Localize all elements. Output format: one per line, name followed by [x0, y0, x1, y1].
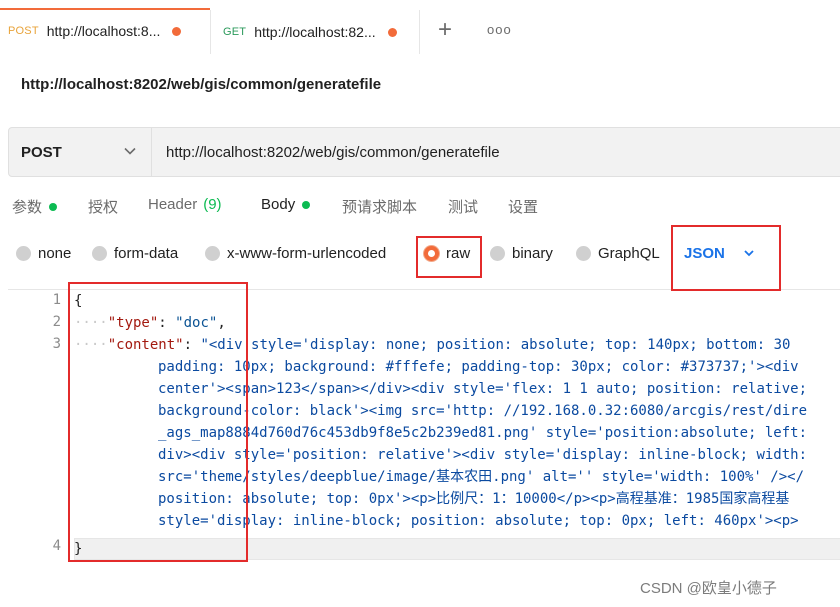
tab-method-label: POST	[8, 25, 39, 37]
tab-label: 测试	[448, 199, 479, 216]
line-number: 3	[52, 336, 61, 352]
more-tabs-icon[interactable]: ooo	[487, 22, 512, 37]
tab-label: 设置	[508, 199, 539, 216]
line-number: 4	[52, 538, 61, 554]
tab-title: http://localhost:8...	[46, 23, 161, 39]
status-dot-icon	[302, 200, 311, 209]
tab-settings[interactable]: 设置	[508, 196, 538, 217]
url-bar: POST http://localhost:8202/web/gis/commo…	[8, 127, 840, 177]
tab-auth[interactable]: 授权	[88, 196, 118, 217]
radio-label: binary	[512, 244, 553, 262]
tab-pre-request-script[interactable]: 预请求脚本	[342, 196, 417, 217]
tab-title: http://localhost:82...	[254, 24, 376, 40]
method-label: POST	[21, 143, 62, 161]
tab-label: Body	[261, 196, 296, 213]
radio-circle-icon	[205, 245, 220, 261]
tab-label: 参数	[12, 199, 43, 216]
wrapped-line: src='theme/styles/deepblue/image/基本农田.pn…	[158, 469, 805, 485]
header-count-badge: (9)	[203, 196, 222, 213]
tab-header[interactable]: Header (9)	[148, 196, 222, 213]
json-value: "<div style='display: none; position: ab…	[200, 337, 791, 353]
tab-get-request[interactable]: GET http://localhost:82...	[210, 10, 420, 54]
wrapped-line: style='display: inline-block; position: …	[158, 513, 799, 529]
tab-label: Header	[148, 196, 198, 213]
annotation-box-raw	[416, 236, 482, 278]
wrapped-line: position: absolute; top: 0px'><p>比例尺：1：1…	[158, 491, 790, 507]
radio-circle-icon	[576, 245, 591, 261]
radio-graphql[interactable]: GraphQL	[576, 240, 660, 266]
radio-form-data[interactable]: form-data	[92, 240, 178, 266]
tab-label: 授权	[88, 199, 119, 216]
annotation-box-json	[671, 225, 781, 291]
tab-method-label: GET	[223, 26, 247, 38]
radio-label: GraphQL	[598, 244, 660, 262]
tab-label: 预请求脚本	[342, 199, 418, 216]
url-input[interactable]: http://localhost:8202/web/gis/common/gen…	[152, 128, 840, 176]
radio-x-www-form-urlencoded[interactable]: x-www-form-urlencoded	[205, 240, 386, 266]
wrapped-line: center'><span>123</span></div><div style…	[158, 381, 808, 397]
unsaved-dot-icon	[172, 26, 182, 36]
line-number: 2	[52, 314, 61, 330]
wrapped-line: padding: 10px; background: #fffefe; padd…	[158, 359, 799, 375]
request-title[interactable]: http://localhost:8202/web/gis/common/gen…	[21, 76, 381, 93]
tab-post-request[interactable]: POST http://localhost:8...	[0, 8, 210, 52]
line-number-gutter: 1 2 3 4	[8, 290, 63, 607]
tab-bar: POST http://localhost:8... GET http://lo…	[0, 0, 840, 62]
add-tab-icon[interactable]: +	[438, 16, 452, 44]
unsaved-dot-icon	[387, 27, 397, 37]
radio-none[interactable]: none	[16, 240, 71, 266]
tab-tests[interactable]: 测试	[448, 196, 478, 217]
tab-body[interactable]: Body	[261, 196, 311, 213]
radio-circle-icon	[16, 245, 31, 261]
wrapped-line: _ags_map8884d760d76c453db9f8e5c2b239ed81…	[158, 425, 808, 441]
radio-binary[interactable]: binary	[490, 240, 553, 266]
wrapped-line: div><div style='position: relative'><div…	[158, 447, 808, 463]
radio-label: x-www-form-urlencoded	[227, 244, 387, 262]
wrapped-line: background-color: black'><img src='http:…	[158, 403, 808, 419]
radio-label: none	[38, 244, 72, 262]
chevron-down-icon	[123, 144, 137, 158]
radio-circle-icon	[92, 245, 107, 261]
tab-params[interactable]: 参数	[12, 196, 58, 217]
method-select[interactable]: POST	[9, 128, 152, 176]
watermark: CSDN @欧皇小德子	[640, 580, 777, 597]
status-dot-icon	[49, 202, 58, 211]
radio-circle-icon	[490, 245, 505, 261]
annotation-box-code	[68, 282, 248, 562]
radio-label: form-data	[114, 244, 179, 262]
line-number: 1	[52, 292, 61, 308]
